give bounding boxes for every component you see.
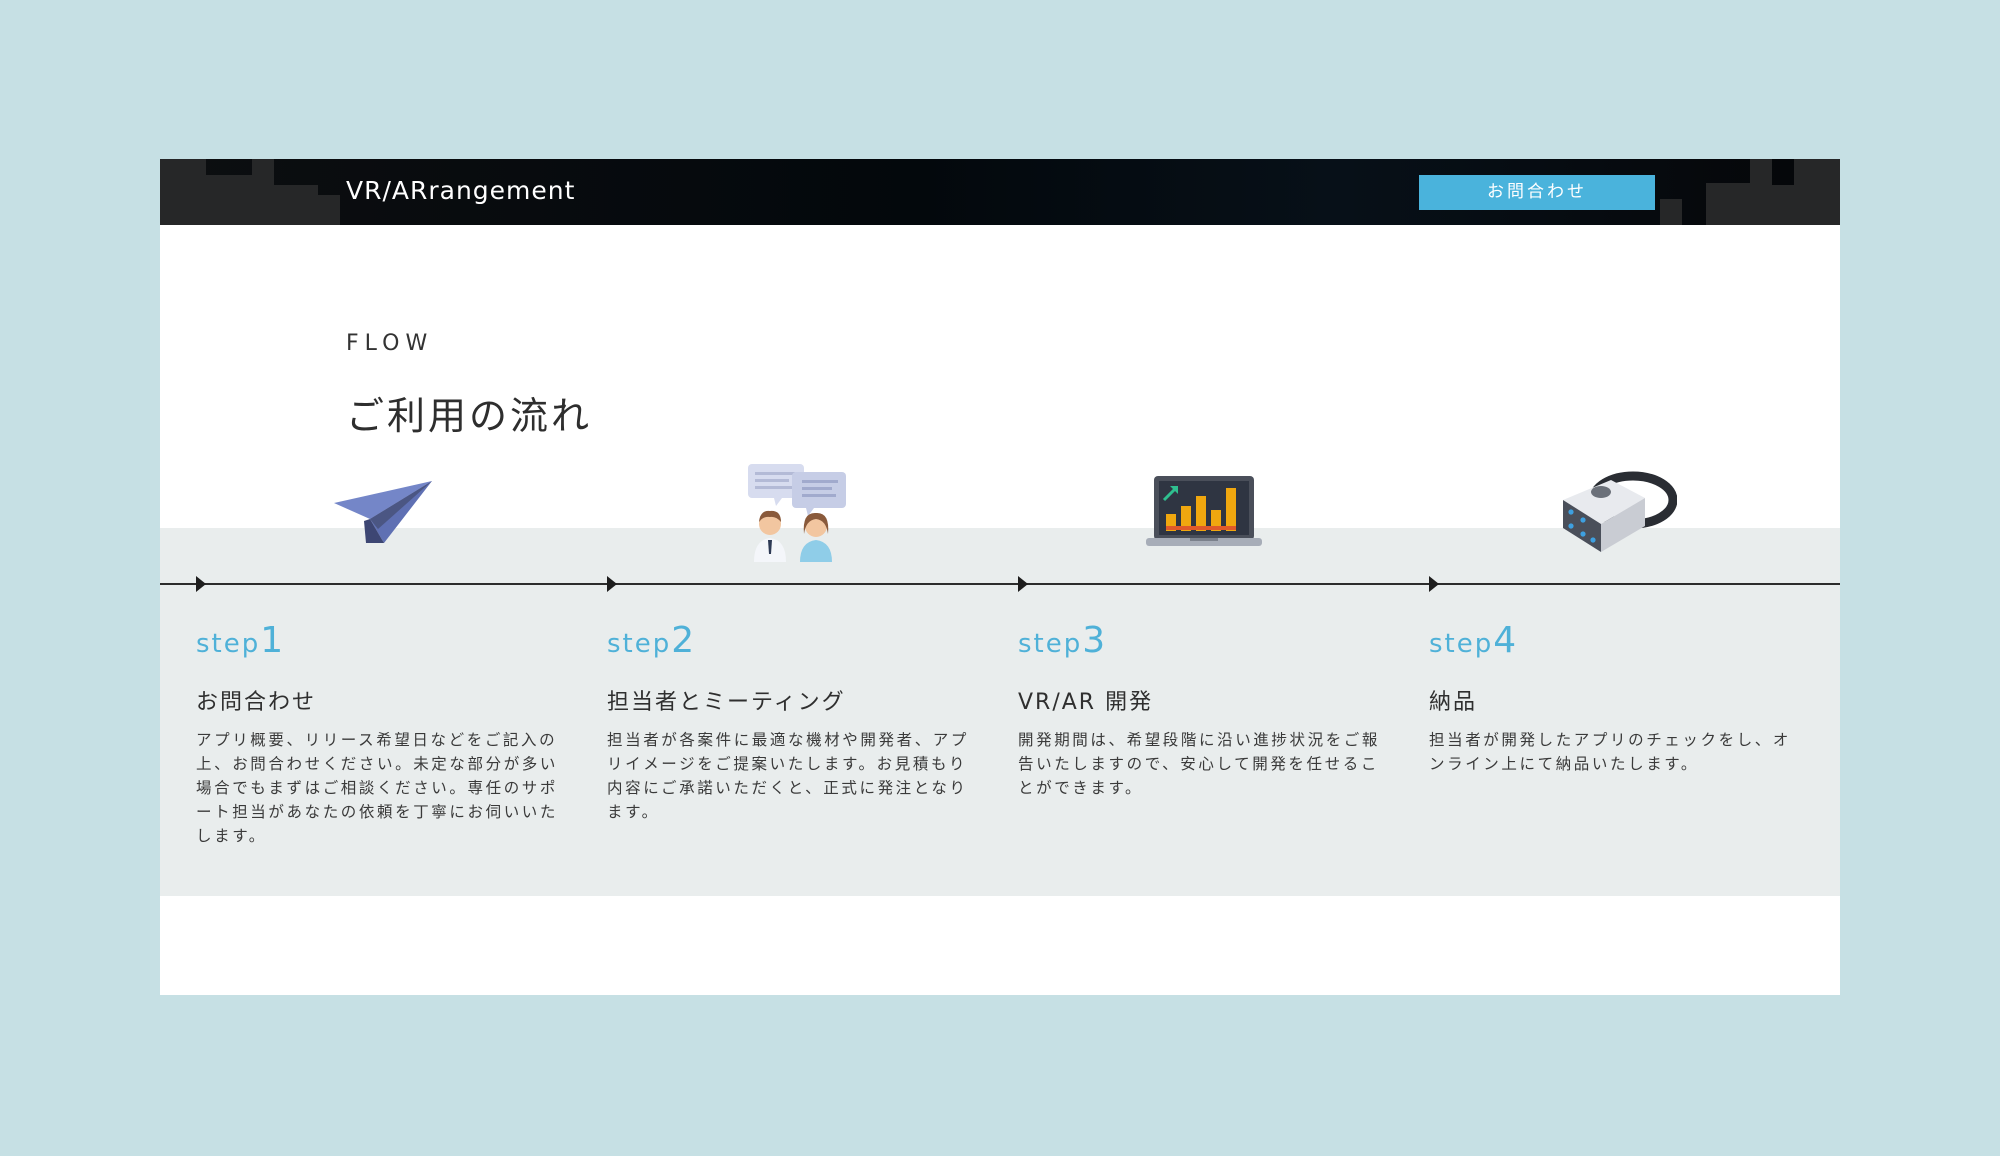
step-title: 担当者とミーティング xyxy=(607,690,846,715)
step-description: 担当者が各案件に最適な機材や開発者、アプリイメージをご提案いたします。お見積もり… xyxy=(607,731,970,821)
step-description: 開発期間は、希望段階に沿い進捗状況をご報告いたしますので、安心して開発を任せるこ… xyxy=(1018,731,1381,797)
paper-plane-icon xyxy=(334,481,432,543)
step-number: 4 xyxy=(1493,620,1517,661)
header-pixel-decoration xyxy=(1794,159,1840,225)
step-label: step1 xyxy=(196,620,574,666)
step-number: 2 xyxy=(671,620,695,661)
step-title: お問合わせ xyxy=(196,690,317,715)
header-pixel-decoration xyxy=(1750,159,1772,225)
step-number: 1 xyxy=(260,620,284,661)
site-logo[interactable]: VR/ARrangement xyxy=(346,159,575,225)
step-label-text: step xyxy=(607,629,672,659)
step-title: 納品 xyxy=(1429,690,1478,715)
timeline-arrow xyxy=(607,576,617,592)
header-pixel-decoration xyxy=(160,159,206,225)
laptop-chart-icon xyxy=(1146,476,1262,546)
step-card-1: step1 お問合わせ アプリ概要、リリース希望日などをご記入の上、お問合わせく… xyxy=(196,620,574,848)
timeline-arrow xyxy=(1429,576,1439,592)
header-pixel-decoration xyxy=(1660,199,1682,225)
page-frame: VR/ARrangement お問合わせ FLOW ご利用の流れ step1 お… xyxy=(160,159,1840,995)
section-eyebrow: FLOW xyxy=(346,331,434,356)
section-title: ご利用の流れ xyxy=(346,394,593,438)
step-card-3: step3 VR/AR 開発 開発期間は、希望段階に沿い進捗状況をご報告いたしま… xyxy=(1018,620,1396,800)
step-label: step3 xyxy=(1018,620,1396,666)
meeting-people-icon xyxy=(748,464,846,562)
timeline-line xyxy=(160,583,1840,585)
header-pixel-decoration xyxy=(206,175,252,225)
timeline-arrow xyxy=(196,576,206,592)
timeline-arrow xyxy=(1018,576,1028,592)
step-label-text: step xyxy=(1429,629,1494,659)
step-description: 担当者が開発したアプリのチェックをし、オンライン上にて納品いたします。 xyxy=(1429,731,1792,773)
step-label: step2 xyxy=(607,620,985,666)
header-pixel-decoration xyxy=(274,185,318,225)
step-label: step4 xyxy=(1429,620,1807,666)
step-title: VR/AR 開発 xyxy=(1018,690,1154,715)
step-label-text: step xyxy=(1018,629,1083,659)
contact-button[interactable]: お問合わせ xyxy=(1419,175,1655,210)
vr-headset-icon xyxy=(1563,471,1677,552)
header-pixel-decoration xyxy=(318,195,340,225)
header-pixel-decoration xyxy=(1772,185,1794,225)
step-card-2: step2 担当者とミーティング 担当者が各案件に最適な機材や開発者、アプリイメ… xyxy=(607,620,985,824)
step-number: 3 xyxy=(1082,620,1106,661)
site-header: VR/ARrangement お問合わせ xyxy=(160,159,1840,225)
header-pixel-decoration xyxy=(1706,183,1750,225)
step-card-4: step4 納品 担当者が開発したアプリのチェックをし、オンライン上にて納品いた… xyxy=(1429,620,1807,776)
step-description: アプリ概要、リリース希望日などをご記入の上、お問合わせください。未定な部分が多い… xyxy=(196,731,559,845)
step-label-text: step xyxy=(196,629,261,659)
header-pixel-decoration xyxy=(252,159,274,225)
